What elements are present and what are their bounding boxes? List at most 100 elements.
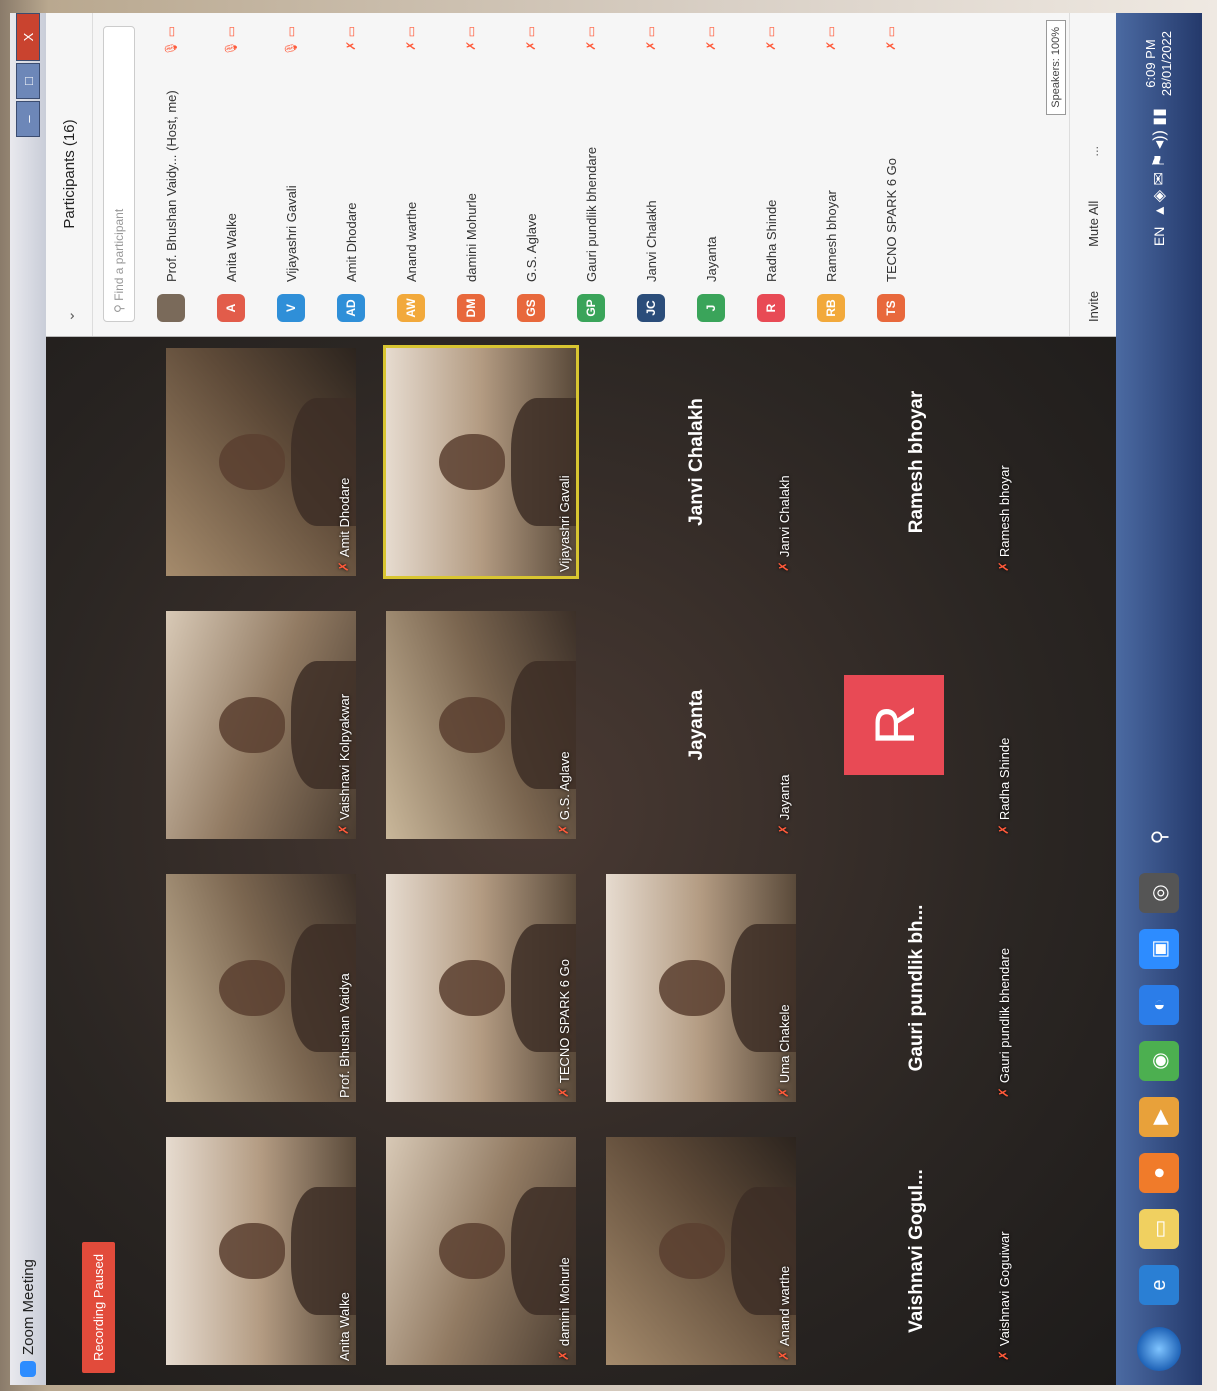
participant-row[interactable]: Prof. Bhushan Vaidy... (Host, me) 🎙 ▭ — [141, 13, 201, 336]
avatar: DM — [457, 294, 485, 322]
participant-name: Amit Dhodare — [343, 202, 359, 282]
video-tile[interactable]: Gauri pundlik bh... ✗ Gauri pundlik bhend… — [826, 874, 1016, 1102]
avatar: AW — [397, 294, 425, 322]
window-title: Zoom Meeting — [19, 1259, 37, 1355]
tile-name-label: ✗ G.S. Aglave — [556, 751, 572, 835]
participant-name: Anand warthe — [403, 201, 419, 282]
close-button[interactable]: X — [16, 13, 40, 61]
tile-name-label: ✗ Amit Dhodare — [336, 477, 352, 572]
video-tile[interactable]: ✗ G.S. Aglave — [386, 611, 576, 839]
participant-name: TECNO SPARK 6 Go — [883, 157, 899, 282]
video-tile[interactable]: Ramesh bhoyar ✗ Ramesh bhoyar — [826, 348, 1016, 576]
avatar: AD — [337, 294, 365, 322]
recording-paused-badge[interactable]: Recording Paused — [82, 1242, 115, 1373]
media-player-icon[interactable]: ▶ — [1139, 1097, 1179, 1137]
participant-row[interactable]: R Radha Shinde ✗ ▭ — [741, 13, 801, 336]
tray-icons[interactable]: ▴ ◈ ✉ ⚑ ◂)) ▮▮ — [1149, 108, 1169, 215]
video-tile[interactable]: ✗ Anand warthe — [606, 1137, 796, 1365]
video-tile[interactable]: Prof. Bhushan Vaidya — [166, 874, 356, 1102]
mute-all-button[interactable]: Mute All — [1086, 201, 1101, 247]
participant-name: Ramesh bhoyar — [823, 190, 839, 282]
video-tile[interactable]: ✗ Vaishnavi Kolpyakwar — [166, 611, 356, 839]
video-tile[interactable]: R ✗ Radha Shinde — [826, 611, 1016, 839]
minimize-button[interactable]: – — [16, 101, 40, 137]
search-input[interactable]: ⚲ Find a participant — [103, 26, 135, 322]
participant-row[interactable]: DM damini Mohurle ✗ ▭ — [441, 13, 501, 336]
participant-row[interactable]: AD Amit Dhodare ✗ ▭ — [321, 13, 381, 336]
panel-title: Participants (16) — [60, 119, 78, 229]
clock[interactable]: 6:09 PM 28/01/2022 — [1143, 31, 1175, 96]
tile-name-label: Vijayashri Gavali — [557, 475, 572, 572]
participant-name: G.S. Aglave — [523, 213, 539, 282]
avatar: TS — [877, 294, 905, 322]
video-tile[interactable]: ✗ TECNO SPARK 6 Go — [386, 874, 576, 1102]
participant-row[interactable]: AW Anand warthe ✗ ▭ — [381, 13, 441, 336]
zoom-app-icon[interactable]: ▣ — [1139, 929, 1179, 969]
participant-list: Prof. Bhushan Vaidy... (Host, me) 🎙 ▭ A Ani… — [141, 13, 921, 336]
muted-mic-icon: 🎙 ▭ — [164, 26, 178, 56]
tile-big-name: Janvi Chalakh — [686, 398, 707, 526]
muted-mic-icon: ✗ — [336, 824, 351, 835]
video-tile[interactable]: Vaishnavi Gogul... ✗ Vaishnavi Goguiwar — [826, 1137, 1016, 1365]
tile-name-label: Anita Walke — [337, 1292, 352, 1361]
participant-row[interactable]: RB Ramesh bhoyar ✗ ▭ — [801, 13, 861, 336]
more-options-button[interactable]: ... — [1086, 146, 1101, 157]
video-tile[interactable]: ✗ Uma Chakele — [606, 874, 796, 1102]
participant-row[interactable]: JC Janvi Chalakh ✗ ▭ — [621, 13, 681, 336]
muted-mic-icon: ✗ ▭ — [344, 26, 358, 51]
video-tile[interactable]: Janvi Chalakh ✗ Janvi Chalakh — [606, 348, 796, 576]
ie-icon[interactable]: e — [1139, 1265, 1179, 1305]
camera-icon[interactable]: ◎ — [1139, 873, 1179, 913]
muted-mic-icon: ✗ — [996, 824, 1011, 835]
participant-name: Anita Walke — [223, 213, 239, 282]
video-tile[interactable]: Jayanta ✗ Jayanta — [606, 611, 796, 839]
tile-name-label: ✗ Radha Shinde — [996, 737, 1012, 835]
participant-name: Jayanta — [703, 236, 719, 282]
participant-name: Vijayashri Gavali — [283, 185, 299, 282]
participant-video — [166, 348, 356, 576]
tile-name-label: ✗ Janvi Chalakh — [776, 475, 792, 572]
tile-name-label: ✗ Uma Chakele — [776, 1004, 792, 1098]
participant-row[interactable]: J Jayanta ✗ ▭ — [681, 13, 741, 336]
firefox-icon[interactable]: ● — [1139, 1153, 1179, 1193]
muted-mic-icon: ✗ — [996, 1350, 1011, 1361]
avatar: JC — [637, 294, 665, 322]
maximize-button[interactable]: □ — [16, 63, 40, 99]
video-tile[interactable]: ✗ damini Mohurle — [386, 1137, 576, 1365]
participant-row[interactable]: GS G.S. Aglave ✗ ▭ — [501, 13, 561, 336]
participant-row[interactable]: TS TECNO SPARK 6 Go ✗ ▭ — [861, 13, 921, 336]
start-button[interactable] — [1137, 1327, 1181, 1371]
video-tile[interactable]: ✗ Amit Dhodare — [166, 348, 356, 576]
edge-icon[interactable]: ◐ — [1139, 985, 1179, 1025]
participant-row[interactable]: V Vijayashri Gavali 🎙 ▭ — [261, 13, 321, 336]
participant-video — [386, 348, 576, 576]
participant-name: Gauri pundlik bhendare — [583, 146, 599, 282]
tile-name-label: Prof. Bhushan Vaidya — [337, 973, 352, 1098]
muted-mic-icon: ✗ — [556, 824, 571, 835]
language-indicator[interactable]: EN — [1151, 227, 1167, 246]
active-speaker-tile[interactable]: Vijayashri Gavali — [383, 344, 579, 580]
video-tile[interactable]: Anita Walke — [166, 1137, 356, 1365]
muted-mic-icon: ✗ — [776, 824, 791, 835]
tile-name-label: ✗ Ramesh bhoyar — [996, 465, 1012, 572]
avatar: GS — [517, 294, 545, 322]
zoom-window: Zoom Meeting – □ X Recording Paused Anit… — [10, 13, 1202, 1385]
file-explorer-icon[interactable]: ▭ — [1139, 1209, 1179, 1249]
chevron-down-icon[interactable]: ⌄ — [61, 310, 78, 322]
participant-video — [386, 1137, 576, 1365]
invite-button[interactable]: Invite — [1086, 291, 1101, 322]
tile-big-name: Ramesh bhoyar — [906, 390, 927, 534]
magnifier-icon[interactable]: ⚲ — [1139, 817, 1179, 857]
avatar: J — [697, 294, 725, 322]
avatar: V — [277, 294, 305, 322]
participant-row[interactable]: GP Gauri pundlik bhendare ✗ ▭ — [561, 13, 621, 336]
participant-video — [386, 874, 576, 1102]
participant-row[interactable]: A Anita Walke 🎙 ▭ — [201, 13, 261, 336]
muted-mic-icon: ✗ ▭ — [584, 26, 598, 51]
chrome-icon[interactable]: ◉ — [1139, 1041, 1179, 1081]
muted-mic-icon: ✗ ▭ — [824, 26, 838, 51]
participant-name: Prof. Bhushan Vaidy... (Host, me) — [163, 90, 179, 282]
muted-mic-icon: ✗ — [776, 1350, 791, 1361]
muted-mic-icon: ✗ ▭ — [464, 26, 478, 51]
participant-name: Janvi Chalakh — [643, 200, 659, 282]
